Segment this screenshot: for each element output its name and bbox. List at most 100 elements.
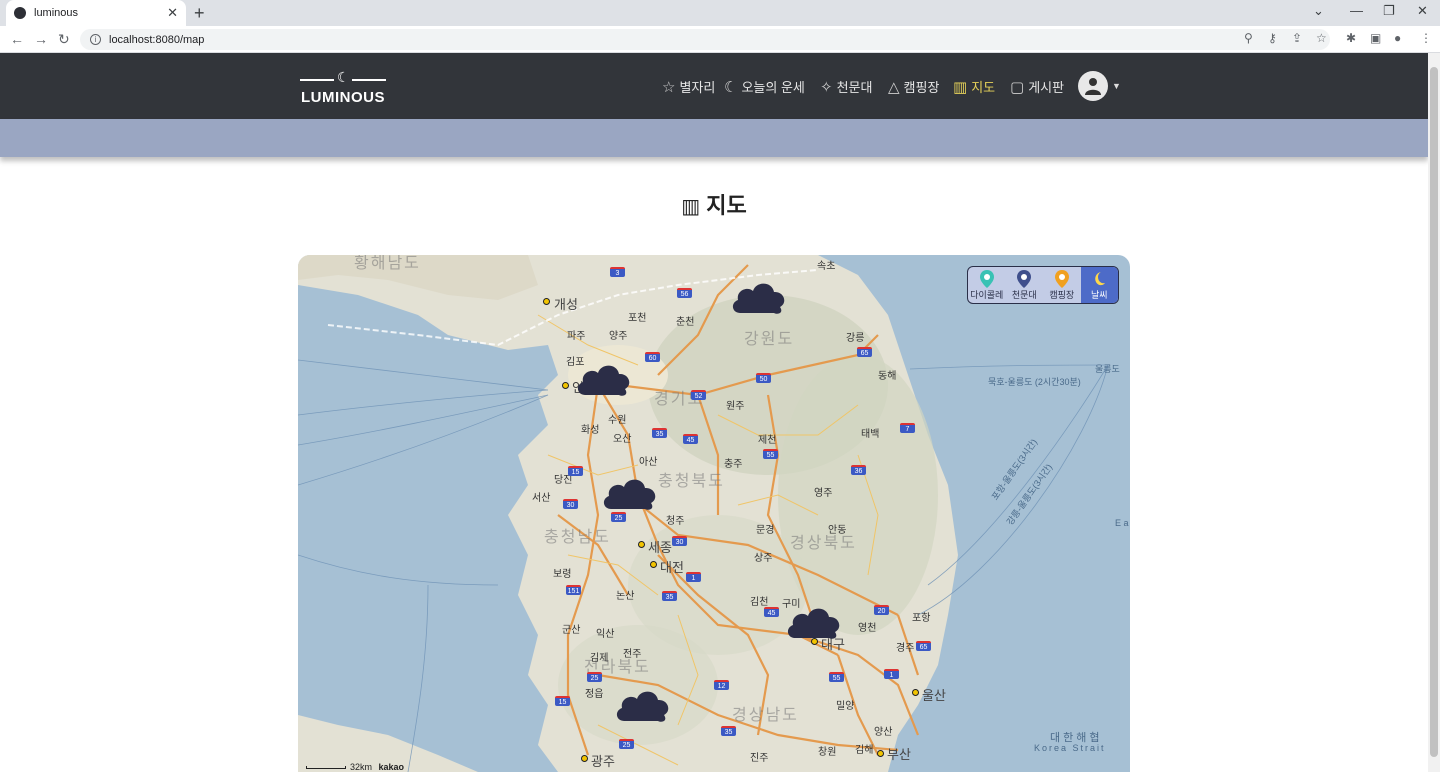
city-label: 제천 [758,435,777,446]
map-provider: kakao [378,762,405,772]
city-label: 부산 [887,747,911,762]
highway-shield: 30 [563,499,578,509]
bookmark-star-icon[interactable]: ☆ [1316,31,1327,45]
star-icon: ☆ [662,78,676,96]
clipboard-icon: ▢ [1010,78,1025,96]
highway-shield: 65 [916,641,931,651]
city-label: 원주 [726,401,745,412]
nav-label: 게시판 [1028,80,1065,95]
browser-tab[interactable]: luminous ✕ [6,0,186,26]
weather-cloud-icon[interactable] [614,685,672,725]
header-banner [0,119,1428,157]
share-icon[interactable]: ⇪ [1292,31,1302,45]
city-label: 수원 [608,415,627,426]
city-label: 문경 [756,525,775,536]
city-label: 창원 [818,747,837,758]
highway-shield: 1 [686,572,701,582]
scale-bar [306,766,346,770]
user-avatar[interactable] [1078,71,1108,101]
nav-map[interactable]: ▥ 지도 [953,77,995,96]
layer-label: 다이콜레 [970,289,1004,300]
map-view[interactable]: 강원도 경기도 충청북도 충청남도 경상북도 전라북도 경상남도 황해남도 개성… [298,255,1130,772]
region-hwanghae: 황해남도 [354,255,421,272]
highway-shield: 3 [610,267,625,277]
pin-teal-icon [979,269,994,288]
layer-camping-button[interactable]: 캠핑장 [1043,267,1081,303]
forward-icon[interactable]: → [34,31,48,47]
menu-icon[interactable]: ⋮ [1420,31,1432,45]
highway-shield: 15 [568,466,583,476]
city-label: 충주 [724,459,743,470]
city-label: 김해 [855,745,874,756]
city-label: 대전 [660,560,684,575]
site-info-icon[interactable]: i [90,34,101,45]
city-label: 군산 [562,625,581,636]
chevron-down-icon[interactable]: ▼ [1112,81,1121,91]
minimize-icon[interactable]: — [1350,3,1363,18]
weather-cloud-icon[interactable] [601,473,659,513]
city-label: 논산 [616,591,635,602]
highway-shield: 56 [677,288,692,298]
reload-icon[interactable]: ↻ [58,31,70,48]
city-label: 영천 [858,623,877,634]
location-icon[interactable]: ⚲ [1244,31,1253,45]
city-label: 양산 [874,727,893,738]
nav-fortune[interactable]: ☾ 오늘의 운세 [724,77,805,96]
side-panel-icon[interactable]: ▣ [1370,31,1381,45]
sea-label: 울릉도 [1095,364,1120,374]
layer-dailycole-button[interactable]: 다이콜레 [968,267,1006,303]
highway-shield: 151 [566,585,581,595]
nav-camping[interactable]: △ 캠핑장 [888,77,939,96]
pin-navy-icon [1017,269,1032,288]
city-dot [638,541,645,548]
sea-route-label: 묵호-울릉도 (2시간30분) [988,377,1081,387]
extensions-icon[interactable]: ✱ [1346,31,1356,45]
city-label: 오산 [613,434,632,445]
layer-observatory-button[interactable]: 천문대 [1006,267,1044,303]
nav-observatory[interactable]: ✧ 천문대 [820,77,872,96]
back-icon[interactable]: ← [10,31,24,47]
window-close-icon[interactable]: ✕ [1417,3,1428,19]
city-dot [543,298,550,305]
key-icon[interactable]: ⚷ [1268,31,1277,45]
city-dot [877,750,884,757]
restore-icon[interactable]: ❐ [1383,3,1395,19]
highway-shield: 45 [764,607,779,617]
highway-shield: 50 [756,373,771,383]
address-bar[interactable]: i localhost:8080/map [80,29,1330,50]
city-label: 전주 [623,649,642,660]
city-label: 김천 [750,597,769,608]
tab-search-icon[interactable]: ⌄ [1313,3,1324,19]
map-scale: 32km kakao [306,762,404,772]
new-tab-icon[interactable]: + [194,3,205,24]
logo[interactable]: ☾ LUMINOUS [300,69,386,109]
highway-shield: 35 [721,726,736,736]
page-scrollbar[interactable] [1428,53,1440,772]
highway-shield: 55 [829,672,844,682]
city-label: 보령 [553,569,572,580]
city-label: 밀양 [836,701,855,712]
sea-label: E a [1115,518,1129,528]
region-gyeongnam: 경상남도 [732,707,799,724]
highway-shield: 52 [691,390,706,400]
highway-shield: 12 [714,680,729,690]
city-label: 김제 [590,653,609,664]
scrollbar-thumb[interactable] [1430,67,1438,757]
weather-cloud-icon[interactable] [730,277,788,317]
nav-label: 천문대 [836,80,873,95]
highway-shield: 35 [662,591,677,601]
nav-label: 오늘의 운세 [741,80,805,95]
weather-cloud-icon[interactable] [785,602,843,642]
highway-shield: 35 [652,428,667,438]
weather-cloud-icon[interactable] [575,359,633,399]
layer-weather-button[interactable]: 날씨 [1080,267,1118,303]
map-base-layer [298,255,1109,772]
profile-icon[interactable]: ● [1394,31,1401,45]
nav-board[interactable]: ▢ 게시판 [1010,77,1064,96]
city-label: 화성 [581,425,600,436]
highway-shield: 25 [619,739,634,749]
city-label: 진주 [750,753,769,764]
close-tab-icon[interactable]: ✕ [167,5,178,21]
city-label: 세종 [648,540,672,555]
nav-constellation[interactable]: ☆ 별자리 [662,77,715,96]
